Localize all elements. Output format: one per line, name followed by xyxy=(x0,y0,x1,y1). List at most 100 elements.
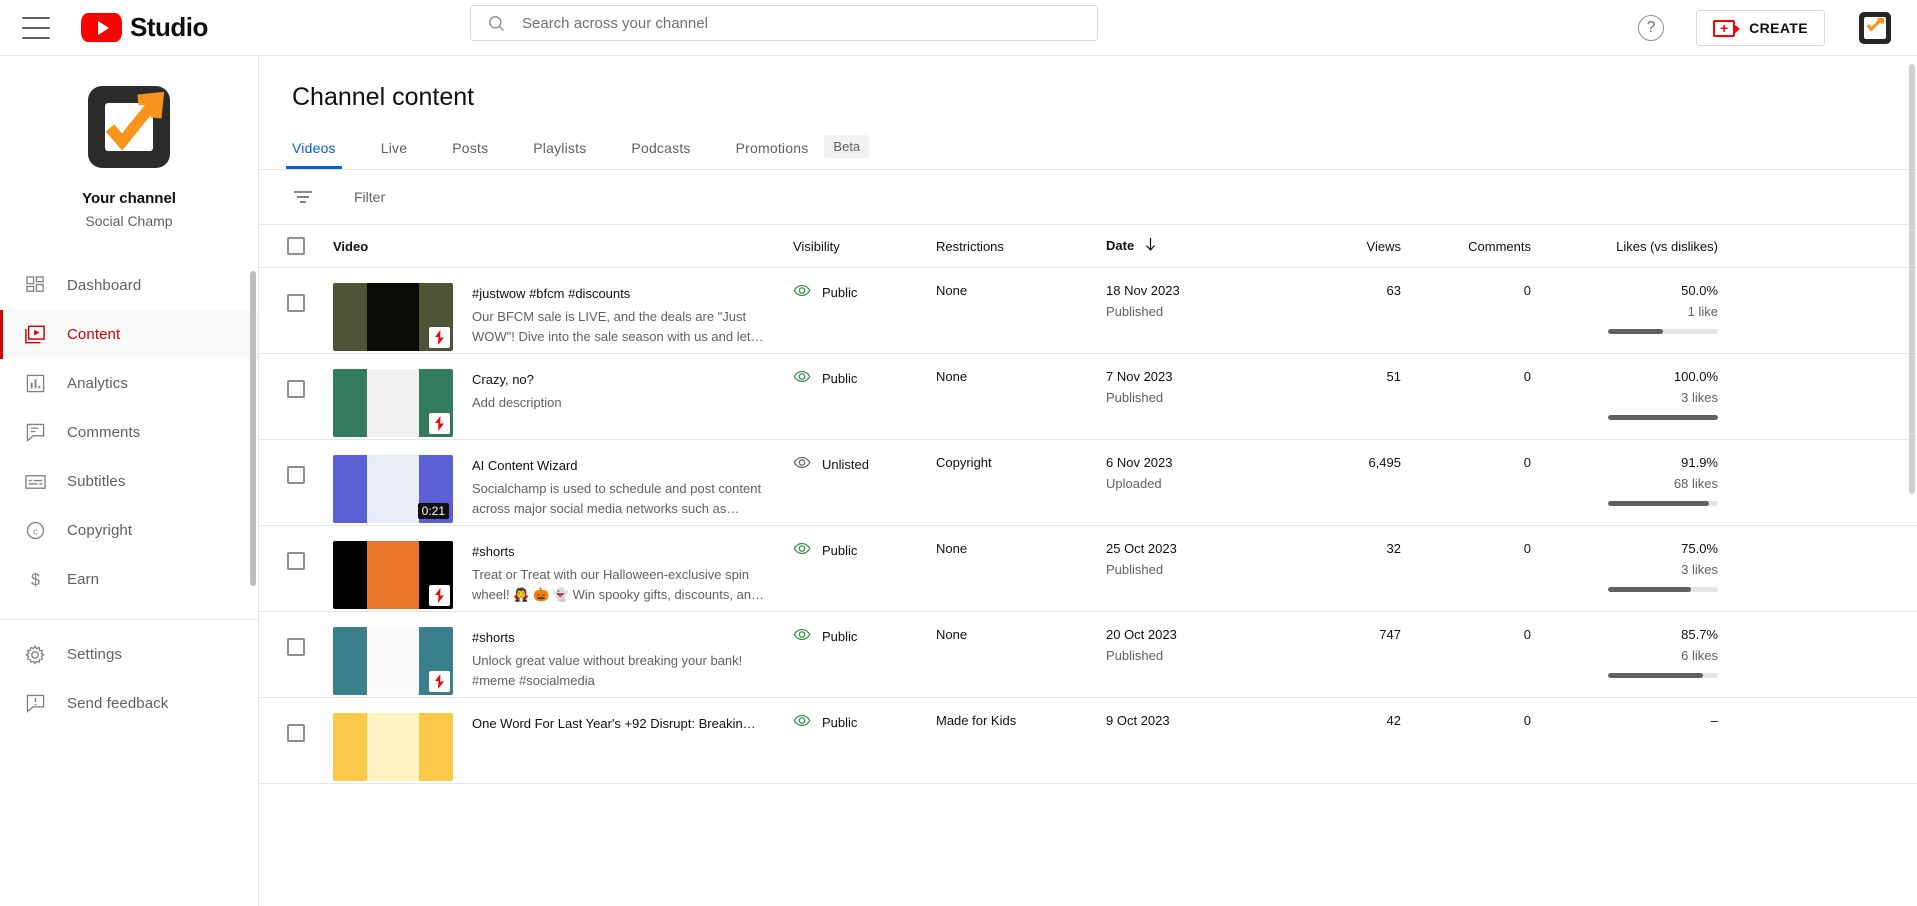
account-avatar[interactable] xyxy=(1859,12,1891,44)
table-row[interactable]: #shorts Unlock great value without break… xyxy=(259,612,1917,698)
studio-brand-logo[interactable]: Studio xyxy=(81,12,208,43)
sidebar-item-settings[interactable]: Settings xyxy=(0,630,258,679)
video-thumbnail[interactable] xyxy=(333,627,453,695)
row-checkbox[interactable] xyxy=(287,380,305,398)
video-title[interactable]: AI Content Wizard xyxy=(472,457,772,475)
likes-ratio-bar xyxy=(1608,329,1718,334)
visibility-cell[interactable]: Public xyxy=(793,369,936,386)
create-button[interactable]: + CREATE xyxy=(1696,10,1825,46)
views-cell: 747 xyxy=(1281,627,1401,642)
row-checkbox[interactable] xyxy=(287,638,305,656)
tab-playlists[interactable]: Playlists xyxy=(533,140,586,169)
column-header-restrictions[interactable]: Restrictions xyxy=(936,239,1106,254)
left-sidebar: Your channel Social Champ Dashboard Cont… xyxy=(0,56,259,906)
tab-videos[interactable]: Videos xyxy=(292,140,336,169)
video-thumbnail[interactable] xyxy=(333,713,453,781)
sidebar-label-copyright: Copyright xyxy=(67,522,132,539)
date-cell: 6 Nov 2023 Uploaded xyxy=(1106,455,1281,491)
earn-icon: $ xyxy=(22,570,48,589)
video-description[interactable]: Treat or Treat with our Halloween-exclus… xyxy=(472,565,772,605)
help-icon[interactable]: ? xyxy=(1638,15,1664,41)
column-header-visibility[interactable]: Visibility xyxy=(793,239,936,254)
views-cell: 6,495 xyxy=(1281,455,1401,470)
column-header-comments[interactable]: Comments xyxy=(1401,239,1531,254)
table-row[interactable]: 0:21 AI Content Wizard Socialchamp is us… xyxy=(259,440,1917,526)
video-description[interactable]: Our BFCM sale is LIVE, and the deals are… xyxy=(472,307,772,347)
sidebar-label-earn: Earn xyxy=(67,571,99,588)
video-description[interactable]: Unlock great value without breaking your… xyxy=(472,651,772,691)
video-thumbnail[interactable] xyxy=(333,283,453,351)
visibility-label: Public xyxy=(822,715,857,730)
search-bar[interactable] xyxy=(470,5,1098,41)
table-row[interactable]: #shorts Treat or Treat with our Hallowee… xyxy=(259,526,1917,612)
visibility-cell[interactable]: Public xyxy=(793,283,936,300)
sidebar-item-analytics[interactable]: Analytics xyxy=(0,359,258,408)
row-checkbox[interactable] xyxy=(287,724,305,742)
sidebar-label-send-feedback: Send feedback xyxy=(67,695,168,712)
filter-icon[interactable] xyxy=(292,190,314,204)
visibility-label: Public xyxy=(822,285,857,300)
video-thumbnail[interactable]: 0:21 xyxy=(333,455,453,523)
sidebar-scrollbar[interactable] xyxy=(250,271,256,586)
video-cell: #justwow #bfcm #discounts Our BFCM sale … xyxy=(333,283,793,351)
channel-check-arrow-icon xyxy=(88,86,170,168)
create-button-label: CREATE xyxy=(1749,20,1808,36)
tab-podcasts[interactable]: Podcasts xyxy=(631,140,690,169)
table-row[interactable]: One Word For Last Year's +92 Disrupt: Br… xyxy=(259,698,1917,784)
likes-cell: 75.0% 3 likes xyxy=(1531,541,1761,592)
video-description[interactable]: Add description xyxy=(472,393,772,413)
video-title[interactable]: #shorts xyxy=(472,629,772,647)
column-header-likes[interactable]: Likes (vs dislikes) xyxy=(1531,239,1761,254)
main-scrollbar[interactable] xyxy=(1909,64,1915,494)
sidebar-item-earn[interactable]: $ Earn xyxy=(0,555,258,604)
column-header-views[interactable]: Views xyxy=(1281,239,1401,254)
video-title[interactable]: Crazy, no? xyxy=(472,371,772,389)
video-title[interactable]: One Word For Last Year's +92 Disrupt: Br… xyxy=(472,715,772,733)
sidebar-item-comments[interactable]: Comments xyxy=(0,408,258,457)
shorts-badge-icon xyxy=(429,327,450,348)
video-meta: #shorts Unlock great value without break… xyxy=(472,627,772,695)
column-header-date[interactable]: Date xyxy=(1106,238,1281,255)
table-row[interactable]: #justwow #bfcm #discounts Our BFCM sale … xyxy=(259,268,1917,354)
channel-avatar-image[interactable] xyxy=(88,86,170,168)
channel-name-label: Social Champ xyxy=(0,213,258,229)
sidebar-item-copyright[interactable]: c Copyright xyxy=(0,506,258,555)
video-description[interactable]: Socialchamp is used to schedule and post… xyxy=(472,479,772,519)
visibility-cell[interactable]: Public xyxy=(793,541,936,558)
visibility-cell[interactable]: Public xyxy=(793,713,936,730)
sidebar-item-content[interactable]: Content xyxy=(0,310,258,359)
video-title[interactable]: #shorts xyxy=(472,543,772,561)
avatar-check-arrow-icon xyxy=(1866,18,1885,32)
sidebar-item-subtitles[interactable]: Subtitles xyxy=(0,457,258,506)
row-checkbox[interactable] xyxy=(287,466,305,484)
video-title[interactable]: #justwow #bfcm #discounts xyxy=(472,285,772,303)
video-thumbnail[interactable] xyxy=(333,541,453,609)
tab-live[interactable]: Live xyxy=(381,140,407,169)
video-cell: 0:21 AI Content Wizard Socialchamp is us… xyxy=(333,455,793,523)
column-header-video[interactable]: Video xyxy=(333,239,793,254)
hamburger-menu-icon[interactable] xyxy=(22,17,50,39)
filter-input[interactable]: Filter xyxy=(354,189,385,205)
sidebar-item-dashboard[interactable]: Dashboard xyxy=(0,261,258,310)
views-cell: 42 xyxy=(1281,713,1401,728)
subtitles-icon xyxy=(22,474,48,490)
video-meta: #shorts Treat or Treat with our Hallowee… xyxy=(472,541,772,609)
row-checkbox[interactable] xyxy=(287,294,305,312)
visibility-cell[interactable]: Unlisted xyxy=(793,455,936,472)
select-all-checkbox[interactable] xyxy=(287,237,305,255)
table-row[interactable]: Crazy, no? Add description Public None 7… xyxy=(259,354,1917,440)
video-thumbnail[interactable] xyxy=(333,369,453,437)
visibility-label: Public xyxy=(822,371,857,386)
search-input[interactable] xyxy=(520,8,1040,38)
likes-count: 1 like xyxy=(1531,304,1718,319)
views-cell: 51 xyxy=(1281,369,1401,384)
visibility-cell[interactable]: Public xyxy=(793,627,936,644)
likes-percentage: 75.0% xyxy=(1531,541,1718,556)
thumbnail-center-strip xyxy=(367,541,420,609)
tab-promotions[interactable]: Promotions xyxy=(736,140,809,169)
shorts-badge-icon xyxy=(429,671,450,692)
date-status: Published xyxy=(1106,390,1281,405)
sidebar-item-send-feedback[interactable]: Send feedback xyxy=(0,679,258,728)
tab-posts[interactable]: Posts xyxy=(452,140,488,169)
row-checkbox[interactable] xyxy=(287,552,305,570)
